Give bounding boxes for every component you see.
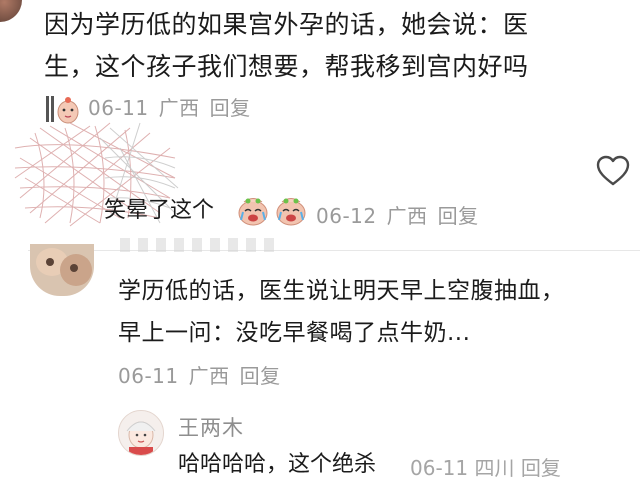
reply-location: 广西 bbox=[386, 204, 428, 228]
commenter-avatar[interactable] bbox=[30, 244, 94, 296]
comment-date: 06-11 bbox=[118, 364, 179, 388]
reply-button[interactable]: 回复 bbox=[210, 96, 251, 120]
comment-location: 广西 bbox=[158, 96, 200, 120]
reply-meta: 06-12 广西 回复 bbox=[316, 200, 479, 229]
comment-text: 学历低的话，医生说让明天早上空腹抽血， 早上一问：没吃早餐喝了点牛奶... bbox=[118, 270, 618, 354]
replier-avatar[interactable] bbox=[118, 410, 164, 456]
comment-text-line: 因为学历低的如果宫外孕的话，她会说：医 bbox=[44, 10, 529, 39]
comment-meta: 06-11 广西 回复 bbox=[118, 360, 281, 389]
redacted-username bbox=[120, 238, 280, 252]
comment-meta: 06-11 广西 回复 bbox=[88, 92, 251, 121]
reply-meta: 06-11 四川 回复 bbox=[410, 456, 561, 480]
reply-button[interactable]: 回复 bbox=[438, 204, 479, 228]
comment-text-line: 生，这个孩子我们想要，帮我移到宫内好吗 bbox=[44, 52, 529, 81]
crying-laughing-face-icon bbox=[238, 198, 306, 226]
comment-text-line: 早上一问：没吃早餐喝了点牛奶... bbox=[118, 320, 471, 346]
reply-text: 笑晕了这个 bbox=[104, 198, 215, 223]
commenter-avatar[interactable] bbox=[0, 0, 22, 22]
comment-location: 广西 bbox=[188, 364, 230, 388]
heart-outline-icon[interactable] bbox=[596, 155, 630, 187]
reply-username[interactable]: 王两木 bbox=[178, 412, 244, 442]
comment-date: 06-11 bbox=[88, 96, 149, 120]
reply-button[interactable]: 回复 bbox=[240, 364, 281, 388]
reply-text: 哈哈哈哈，这个绝杀 bbox=[178, 452, 377, 477]
comment-text: 因为学历低的如果宫外孕的话，她会说：医 生，这个孩子我们想要，帮我移到宫内好吗 bbox=[44, 4, 604, 88]
reply-date: 06-12 bbox=[316, 204, 377, 228]
comment-text-line: 学历低的话，医生说让明天早上空腹抽血， bbox=[118, 278, 565, 304]
